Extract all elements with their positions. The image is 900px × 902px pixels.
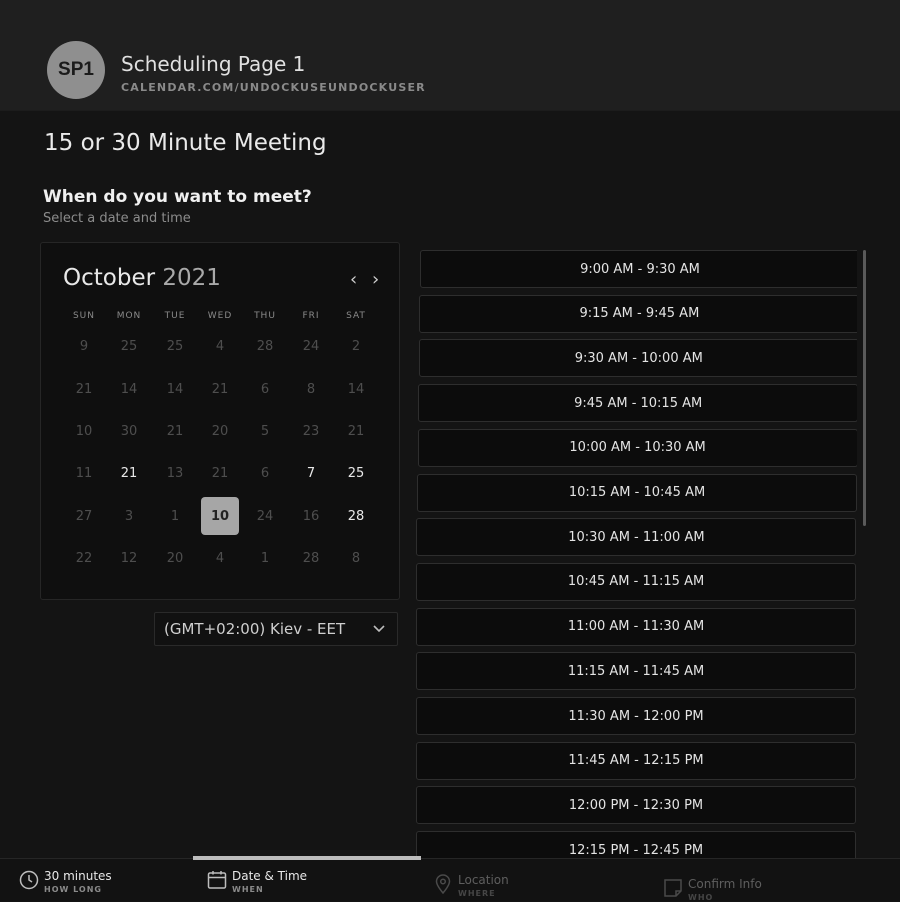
calendar-day: 8 (351, 550, 361, 566)
time-slot-button[interactable]: 11:45 AM - 12:15 PM (416, 741, 856, 780)
calendar-day: 5 (260, 423, 270, 439)
step-where-label: Location (458, 873, 509, 887)
page-owner-title: Scheduling Page 1 (121, 52, 306, 76)
calendar-day[interactable]: 7 (292, 454, 330, 492)
section-subtitle: Select a date and time (43, 211, 191, 226)
calendar-day: 8 (306, 381, 316, 397)
calendar-day: 12 (120, 550, 138, 566)
previous-month-chevron-left-icon[interactable]: ‹ (350, 269, 357, 290)
calendar-day-selected[interactable]: 10 (201, 497, 239, 535)
calendar-month-year: October 2021 (63, 265, 221, 291)
time-slot-scrollbar[interactable] (863, 250, 866, 526)
step-how-long-sub: HOW LONG (44, 885, 102, 894)
step-who-sub: WHO (688, 893, 714, 902)
weekday-header: FRI (302, 311, 320, 321)
step-when-label: Date & Time (232, 869, 308, 883)
calendar-month: October (63, 265, 156, 291)
timezone-value: (GMT+02:00) Kiev - EET (164, 620, 346, 638)
calendar-day: 21 (211, 381, 229, 397)
calendar-day: 10 (75, 423, 93, 439)
section-heading: When do you want to meet? (43, 187, 312, 207)
meeting-title: 15 or 30 Minute Meeting (44, 130, 327, 156)
calendar-day: 9 (79, 338, 89, 354)
time-slot-button[interactable]: 11:30 AM - 12:00 PM (416, 697, 856, 735)
time-slot-button[interactable]: 9:15 AM - 9:45 AM (419, 294, 857, 333)
calendar-day: 21 (75, 381, 93, 397)
step-who-label: Confirm Info (688, 877, 762, 891)
time-slot-button[interactable]: 10:00 AM - 10:30 AM (417, 428, 857, 467)
calendar-day: 20 (166, 550, 184, 566)
weekday-header: MON (116, 311, 142, 321)
calendar-year: 2021 (162, 265, 221, 291)
calendar-day: 21 (347, 423, 365, 439)
calendar-day: 2 (351, 338, 361, 354)
calendar-day: 14 (166, 381, 184, 397)
weekday-header: THU (254, 311, 276, 321)
calendar-day: 27 (75, 508, 93, 524)
timezone-select[interactable]: (GMT+02:00) Kiev - EET (154, 612, 398, 646)
clock-icon (19, 870, 39, 890)
time-slot-button[interactable]: 12:15 PM - 12:45 PM (416, 831, 856, 860)
calendar-day: 16 (302, 508, 320, 524)
weekday-header: SUN (72, 311, 96, 321)
step-how-long-label: 30 minutes (44, 869, 112, 883)
calendar-day[interactable]: 28 (337, 497, 375, 535)
calendar-day: 21 (166, 423, 184, 439)
time-slot-button[interactable]: 10:30 AM - 11:00 AM (416, 518, 857, 557)
calendar-day: 4 (215, 338, 225, 354)
step-when-sub: WHEN (232, 885, 264, 894)
calendar-icon (207, 871, 227, 889)
chevron-down-icon (373, 625, 385, 633)
calendar-day: 1 (170, 508, 180, 524)
time-slot-button[interactable]: 11:15 AM - 11:45 AM (416, 652, 856, 691)
calendar-day: 14 (120, 381, 138, 397)
step-progress-indicator (193, 856, 421, 860)
time-slot-button[interactable]: 9:30 AM - 10:00 AM (418, 339, 857, 378)
calendar-day: 30 (120, 423, 138, 439)
avatar: SP1 (47, 41, 105, 99)
next-month-chevron-right-icon[interactable]: › (372, 269, 379, 290)
calendar-day[interactable]: 25 (337, 454, 375, 492)
calendar-day: 1 (260, 550, 270, 566)
weekday-header: SAT (346, 311, 366, 321)
calendar-day: 21 (211, 465, 229, 481)
calendar-day: 22 (75, 550, 93, 566)
date-picker-calendar: October 2021 ‹ › SUN MON TUE WED THU FRI SAT 9 2… (40, 242, 400, 600)
time-slot-button[interactable]: 12:00 PM - 12:30 PM (416, 786, 856, 825)
step-where-sub: WHERE (458, 889, 496, 898)
calendar-day: 11 (75, 465, 93, 481)
calendar-day: 28 (302, 550, 320, 566)
time-slot-button[interactable]: 11:00 AM - 11:30 AM (416, 607, 856, 646)
calendar-day: 6 (260, 381, 270, 397)
calendar-day: 25 (166, 338, 184, 354)
time-slot-button[interactable]: 10:45 AM - 11:15 AM (416, 562, 856, 601)
time-slot-button[interactable]: 9:00 AM - 9:30 AM (420, 250, 857, 288)
page-url: CALENDAR.COM/UNDOCKUSEUNDOCKUSER (121, 81, 426, 94)
calendar-day: 13 (166, 465, 184, 481)
calendar-day: 28 (256, 338, 274, 354)
calendar-day: 4 (215, 550, 225, 566)
calendar-day: 6 (260, 465, 270, 481)
time-slot-list: 9:00 AM - 9:30 AM 9:15 AM - 9:45 AM 9:30 A… (416, 248, 857, 860)
note-icon (664, 879, 682, 897)
location-pin-icon (435, 874, 451, 895)
calendar-day: 25 (120, 338, 138, 354)
time-slot-button[interactable]: 10:15 AM - 10:45 AM (417, 473, 857, 512)
calendar-day: 20 (211, 423, 229, 439)
calendar-day: 24 (256, 508, 274, 524)
header: SP1 Scheduling Page 1 CALENDAR.COM/UNDOC… (0, 0, 900, 111)
calendar-day: 24 (302, 338, 320, 354)
calendar-day[interactable]: 21 (110, 454, 148, 492)
weekday-header: TUE (164, 311, 186, 321)
booking-steps-bar: 30 minutes HOW LONG Date & Time WHEN Loc… (0, 858, 900, 902)
weekday-header: WED (207, 311, 233, 321)
calendar-day: 23 (302, 423, 320, 439)
calendar-day: 3 (124, 508, 134, 524)
time-slot-button[interactable]: 9:45 AM - 10:15 AM (418, 384, 857, 423)
calendar-day: 14 (347, 381, 365, 397)
